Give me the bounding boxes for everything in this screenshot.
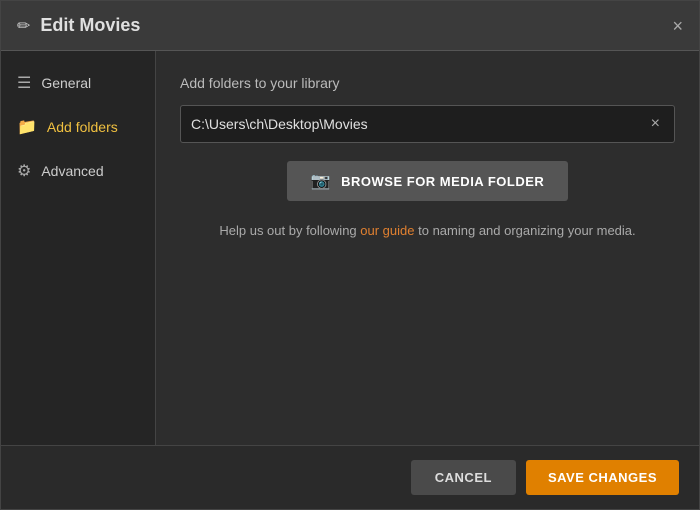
- folder-path-input[interactable]: [191, 106, 647, 142]
- camera-icon: 📷: [311, 171, 331, 191]
- cancel-button[interactable]: CANCEL: [411, 460, 516, 495]
- sidebar-item-add-folders[interactable]: 📁 Add folders: [1, 105, 155, 149]
- help-text-after: to naming and organizing your media.: [415, 223, 636, 238]
- sidebar-item-advanced[interactable]: ⚙ Advanced: [1, 149, 155, 193]
- title-bar-left: ✏ Edit Movies: [17, 15, 140, 36]
- edit-movies-dialog: ✏ Edit Movies × ☰ General 📁 Add folders …: [0, 0, 700, 510]
- clear-folder-button[interactable]: ×: [647, 111, 664, 137]
- sidebar-item-advanced-label: Advanced: [41, 163, 103, 179]
- our-guide-link[interactable]: our guide: [360, 223, 414, 238]
- edit-icon: ✏: [17, 16, 30, 36]
- sidebar-item-general[interactable]: ☰ General: [1, 61, 155, 105]
- general-icon: ☰: [17, 73, 31, 93]
- close-button[interactable]: ×: [672, 17, 683, 35]
- sidebar-item-add-folders-label: Add folders: [47, 119, 118, 135]
- folder-input-row: ×: [180, 105, 675, 143]
- folder-icon: 📁: [17, 117, 37, 137]
- sidebar: ☰ General 📁 Add folders ⚙ Advanced: [1, 51, 156, 445]
- browse-button[interactable]: 📷 BROWSE FOR MEDIA FOLDER: [287, 161, 569, 201]
- help-text: Help us out by following our guide to na…: [180, 221, 675, 241]
- content-area: ☰ General 📁 Add folders ⚙ Advanced Add f…: [1, 51, 699, 445]
- title-bar: ✏ Edit Movies ×: [1, 1, 699, 51]
- browse-button-label: BROWSE FOR MEDIA FOLDER: [341, 174, 544, 189]
- gear-icon: ⚙: [17, 161, 31, 181]
- help-text-before: Help us out by following: [219, 223, 360, 238]
- sidebar-item-general-label: General: [41, 75, 91, 91]
- section-label: Add folders to your library: [180, 75, 675, 91]
- footer: CANCEL SAVE CHANGES: [1, 445, 699, 509]
- dialog-title: Edit Movies: [40, 15, 140, 36]
- save-changes-button[interactable]: SAVE CHANGES: [526, 460, 679, 495]
- main-panel: Add folders to your library × 📷 BROWSE F…: [156, 51, 699, 445]
